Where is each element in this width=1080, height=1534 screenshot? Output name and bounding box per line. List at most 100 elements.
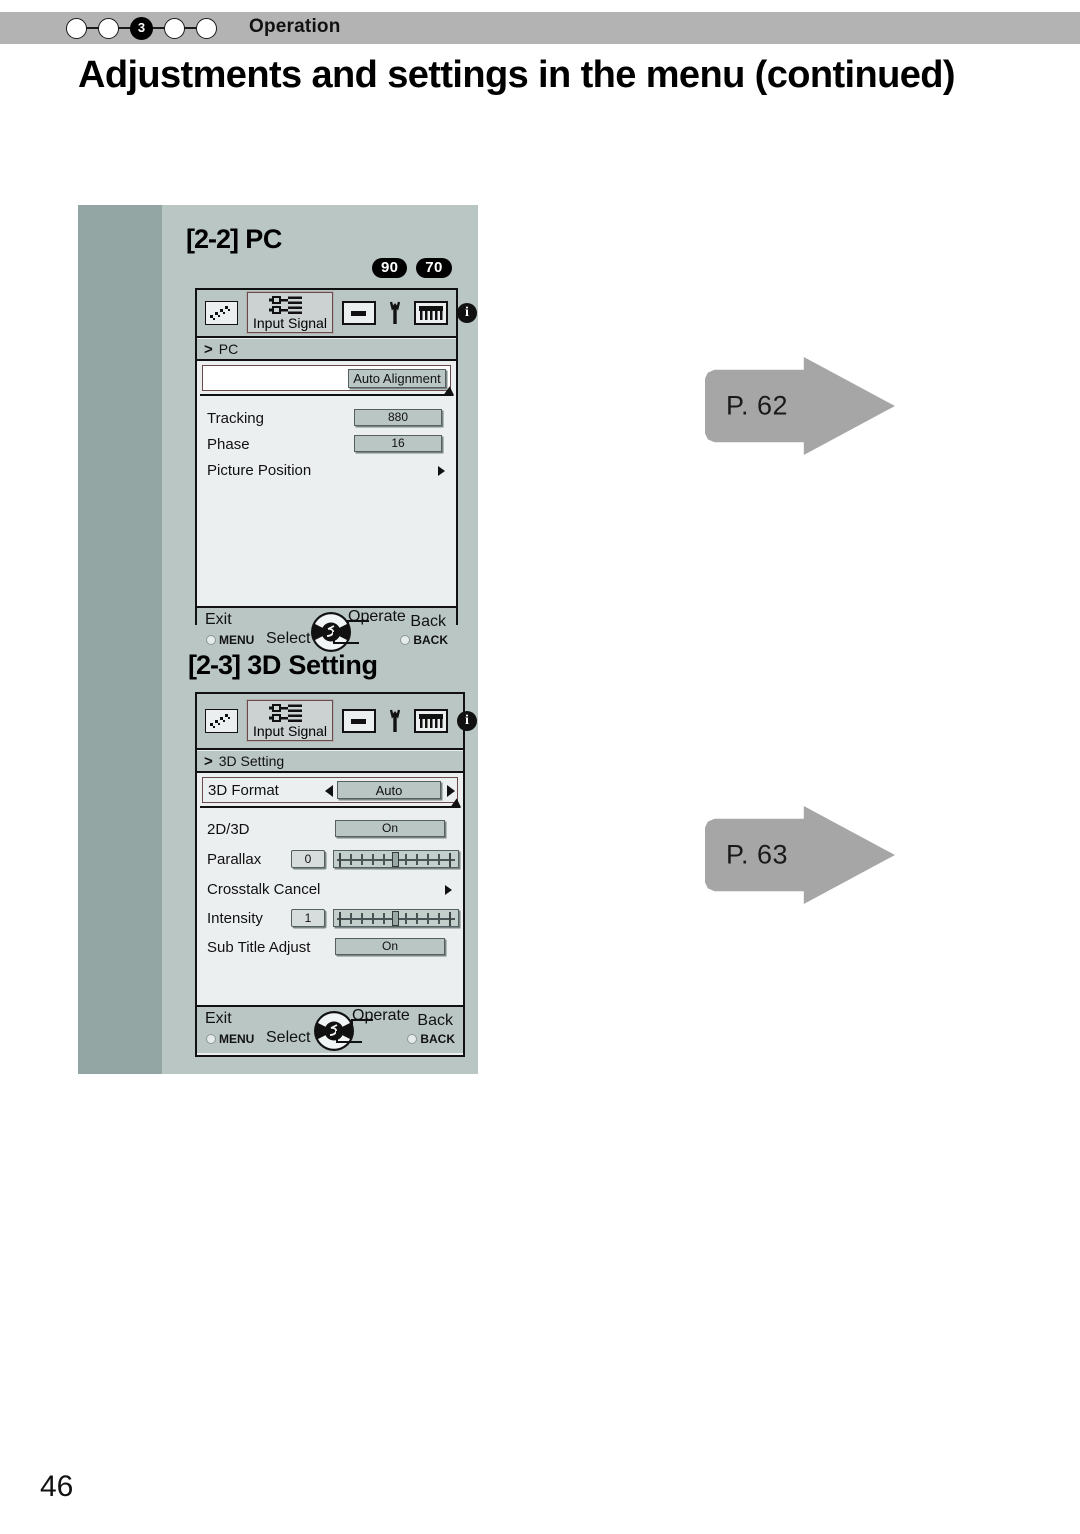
footer-back-label: Back <box>417 1012 453 1029</box>
chapter-dot-1 <box>66 17 87 39</box>
input-signal-icon[interactable]: Input Signal <box>247 291 333 333</box>
crosstalk-cancel-label: Crosstalk Cancel <box>207 880 321 898</box>
osd-window-3d: Input Signal i > 3D Setting 3D Format Au… <box>195 692 477 1057</box>
operate-dial-icon[interactable] <box>312 1009 356 1053</box>
submenu-arrow-icon <box>438 466 445 476</box>
footer-menu-button[interactable]: MENU <box>206 633 254 647</box>
footer-operate-label: Operate <box>348 608 406 625</box>
footer-select-label: Select <box>266 1029 311 1046</box>
page-reference-arrow-62[interactable]: P. 62 <box>705 357 895 455</box>
row-3d-format[interactable]: 3D Format Auto <box>202 777 465 812</box>
increase-arrow-icon[interactable] <box>447 785 455 797</box>
footer-menu-button[interactable]: MENU <box>206 1032 254 1046</box>
chapter-progress-dots: 3 <box>66 16 236 40</box>
3d-format-label: 3D Format <box>208 781 279 799</box>
row-parallax[interactable]: Parallax 0 <box>197 846 463 872</box>
installation-icon[interactable] <box>413 709 448 733</box>
footer-back-button[interactable]: BACK <box>400 633 448 647</box>
content-side-stripe <box>78 205 162 1074</box>
row-2d-3d[interactable]: 2D/3D On <box>197 816 463 842</box>
osd-footer-pc: Exit MENU Select Operate Back BACK <box>197 606 456 654</box>
chapter-dot-4 <box>164 17 185 39</box>
picture-position-label: Picture Position <box>207 461 312 479</box>
screen-icon[interactable] <box>341 301 376 325</box>
menu-led-icon <box>206 635 216 645</box>
page-reference-arrow-63[interactable]: P. 63 <box>705 806 895 904</box>
intensity-slider[interactable] <box>333 909 459 927</box>
osd-body-3d: 3D Format Auto 2D/3D On Parallax 0 Cross… <box>197 777 465 1005</box>
3d-format-value[interactable]: Auto <box>337 781 441 799</box>
page-reference-label-62: P. 62 <box>726 390 789 421</box>
section-heading-pc: [2-2] PC <box>186 224 282 255</box>
section-title-3d: 3D Setting <box>247 650 378 680</box>
decrease-arrow-icon[interactable] <box>325 785 333 797</box>
row-intensity[interactable]: Intensity 1 <box>197 905 463 931</box>
chapter-label: Operation <box>249 16 341 37</box>
input-signal-label: Input Signal <box>253 314 327 331</box>
sub-title-adjust-value[interactable]: On <box>335 938 445 955</box>
information-icon[interactable]: i <box>456 711 477 731</box>
2d-3d-label: 2D/3D <box>207 820 250 838</box>
phase-label: Phase <box>207 435 250 453</box>
2d-3d-value[interactable]: On <box>335 820 445 837</box>
select-pointer-stem <box>336 1031 338 1043</box>
page-reference-label-63: P. 63 <box>726 839 789 870</box>
input-signal-icon[interactable]: Input Signal <box>247 699 333 741</box>
select-pointer-line <box>336 1041 362 1043</box>
row-corner-marker-icon <box>443 386 458 400</box>
chapter-dot-3-active: 3 <box>130 16 153 40</box>
row-sub-title-adjust[interactable]: Sub Title Adjust On <box>197 934 463 960</box>
footer-select-label: Select <box>266 630 311 647</box>
footer-exit-label: Exit <box>205 1010 232 1027</box>
row-picture-position[interactable]: Picture Position <box>197 457 456 483</box>
row-divider <box>200 806 460 808</box>
information-icon[interactable]: i <box>456 303 477 323</box>
intensity-label: Intensity <box>207 909 263 927</box>
picture-icon[interactable] <box>205 709 238 733</box>
breadcrumb-label: 3D Setting <box>218 753 285 769</box>
section-title-pc: PC <box>245 224 283 254</box>
osd-iconbar-3d: Input Signal i <box>197 694 477 750</box>
back-led-icon <box>400 635 411 645</box>
parallax-value[interactable]: 0 <box>291 850 325 868</box>
osd-window-pc: Input Signal i > PC Auto Alignment Track… <box>195 288 477 654</box>
parallax-slider-knob[interactable] <box>392 852 399 867</box>
parallax-slider[interactable] <box>333 850 459 868</box>
operate-pointer-line <box>347 620 369 622</box>
section-number-3d: [2-3] <box>188 650 241 680</box>
footer-back-button-label: BACK <box>420 1032 455 1046</box>
function-wrench-icon[interactable] <box>385 709 405 733</box>
operate-dial-icon[interactable] <box>309 610 353 654</box>
footer-back-label: Back <box>410 613 446 630</box>
intensity-slider-knob[interactable] <box>392 911 399 926</box>
row-crosstalk-cancel[interactable]: Crosstalk Cancel <box>197 876 463 902</box>
input-signal-label: Input Signal <box>253 722 327 739</box>
section-number-pc: [2-2] <box>186 224 239 254</box>
footer-exit-label: Exit <box>205 611 232 628</box>
chapter-dot-5 <box>196 17 217 39</box>
auto-alignment-button[interactable]: Auto Alignment <box>348 369 446 388</box>
intensity-value[interactable]: 1 <box>291 909 325 927</box>
select-pointer-line <box>333 642 359 644</box>
footer-operate-label: Operate <box>352 1007 410 1024</box>
row-tracking[interactable]: Tracking 880 <box>197 405 456 431</box>
osd-breadcrumb-3d: > 3D Setting <box>197 750 463 773</box>
osd-breadcrumb-pc: > PC <box>197 338 456 361</box>
function-wrench-icon[interactable] <box>385 301 405 325</box>
installation-icon[interactable] <box>413 301 448 325</box>
sub-title-adjust-label: Sub Title Adjust <box>207 938 311 956</box>
row-corner-marker-icon <box>450 798 465 812</box>
row-phase[interactable]: Phase 16 <box>197 431 456 457</box>
footer-back-button[interactable]: BACK <box>407 1032 455 1046</box>
phase-value[interactable]: 16 <box>354 435 442 452</box>
row-auto-alignment[interactable]: Auto Alignment <box>202 365 458 400</box>
screen-icon[interactable] <box>341 709 376 733</box>
picture-icon[interactable] <box>205 301 238 325</box>
tracking-value[interactable]: 880 <box>354 409 442 426</box>
model-badges: 90 70 <box>372 258 452 278</box>
back-led-icon <box>407 1034 418 1044</box>
parallax-label: Parallax <box>207 850 262 868</box>
model-badge-90: 90 <box>372 258 408 278</box>
page-number: 46 <box>40 1470 74 1503</box>
operate-pointer-line <box>351 1019 373 1021</box>
